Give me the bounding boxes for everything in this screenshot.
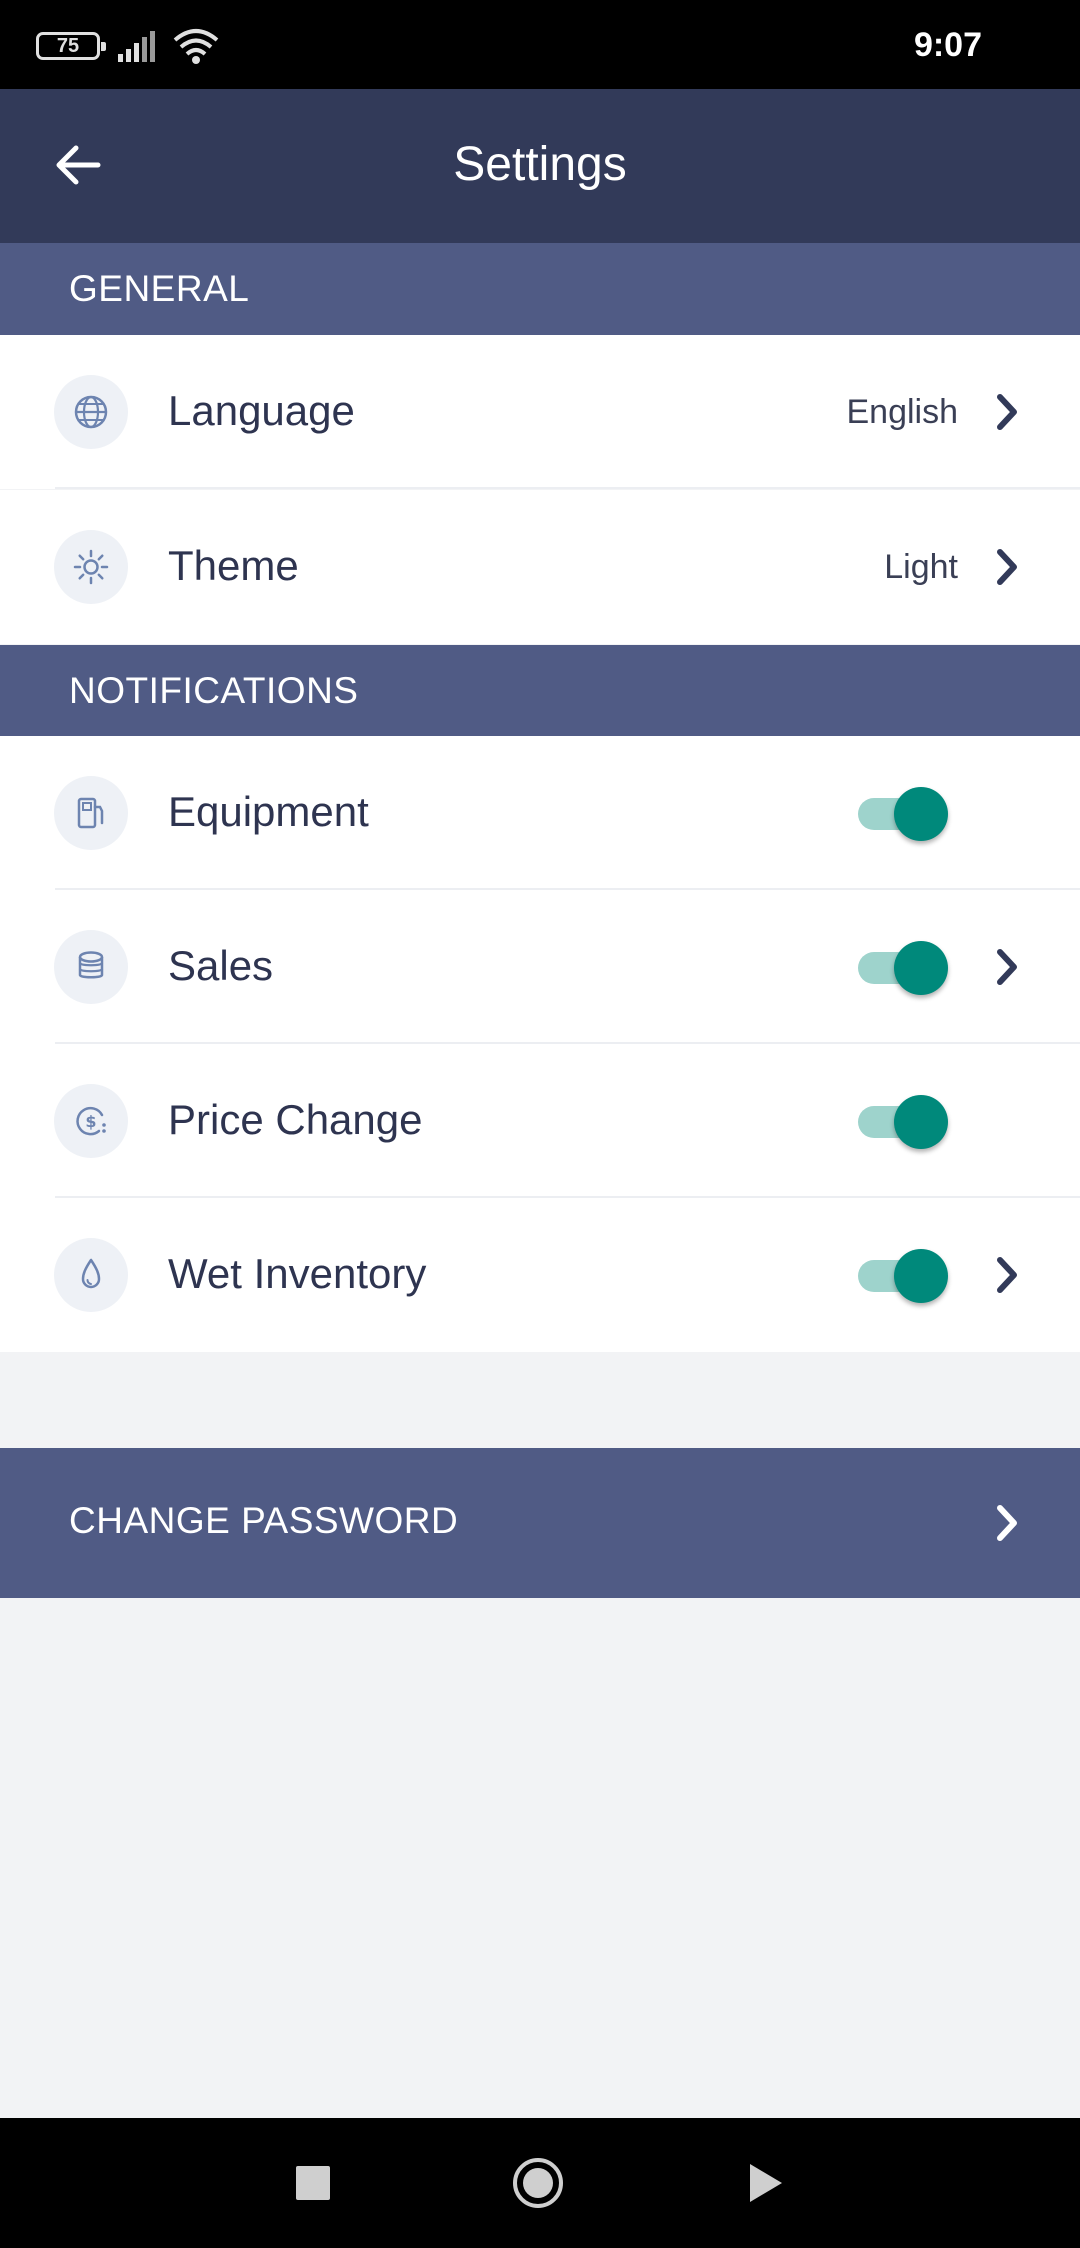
price-change-toggle[interactable] — [858, 1095, 948, 1149]
section-header-notifications: NOTIFICATIONS — [0, 645, 1080, 737]
fuel-pump-icon — [54, 776, 128, 850]
change-password-label: CHANGE PASSWORD — [69, 1500, 459, 1541]
toggle-thumb — [894, 787, 948, 841]
coins-icon — [54, 930, 128, 1004]
chevron-right-icon — [997, 949, 1017, 985]
sales-label: Sales — [168, 942, 274, 989]
toggle-thumb — [894, 1095, 948, 1149]
section-header-general: GENERAL — [0, 243, 1080, 335]
page-title: Settings — [453, 138, 627, 191]
theme-label: Theme — [168, 542, 299, 589]
chevron-right-icon — [997, 1257, 1017, 1293]
sun-icon — [54, 530, 128, 604]
home-icon[interactable] — [513, 2158, 563, 2208]
signal-icon — [118, 31, 155, 62]
change-password-button[interactable]: CHANGE PASSWORD — [0, 1448, 1080, 1598]
chevron-right-icon — [997, 549, 1017, 585]
wet-inventory-label: Wet Inventory — [168, 1250, 427, 1297]
wifi-icon — [173, 29, 219, 64]
app-bar: Settings — [0, 89, 1080, 243]
recents-icon[interactable] — [296, 2166, 330, 2200]
language-label: Language — [168, 387, 355, 434]
chevron-right-icon — [997, 394, 1017, 430]
wet-inventory-row[interactable]: Wet Inventory — [0, 1198, 1080, 1352]
sales-row[interactable]: Sales — [0, 890, 1080, 1044]
svg-text:$: $ — [85, 1112, 96, 1131]
wet-inventory-toggle[interactable] — [858, 1249, 948, 1303]
chevron-right-icon — [997, 1505, 1017, 1541]
clock: 9:07 — [913, 26, 982, 64]
sales-toggle[interactable] — [858, 941, 948, 995]
language-value: English — [846, 393, 958, 431]
theme-row[interactable]: Theme Light — [0, 490, 1080, 644]
toggle-thumb — [894, 941, 948, 995]
price-change-label: Price Change — [168, 1096, 423, 1143]
divider — [55, 487, 1080, 489]
back-triangle-icon[interactable] — [750, 2164, 782, 2202]
battery-icon: 75 — [36, 32, 106, 60]
equipment-label: Equipment — [168, 788, 369, 835]
droplet-icon — [54, 1238, 128, 1312]
status-bar: 75 9:07 — [0, 0, 1080, 89]
toggle-thumb — [894, 1249, 948, 1303]
price-change-row: $ Price Change — [0, 1044, 1080, 1198]
dollar-coin-icon: $ — [54, 1084, 128, 1158]
equipment-row: Equipment — [0, 736, 1080, 890]
navigation-bar — [0, 2118, 1080, 2248]
globe-icon — [54, 375, 128, 449]
battery-level: 75 — [56, 34, 80, 57]
theme-value: Light — [884, 548, 958, 586]
equipment-toggle[interactable] — [858, 787, 948, 841]
language-row[interactable]: Language English — [0, 335, 1080, 489]
